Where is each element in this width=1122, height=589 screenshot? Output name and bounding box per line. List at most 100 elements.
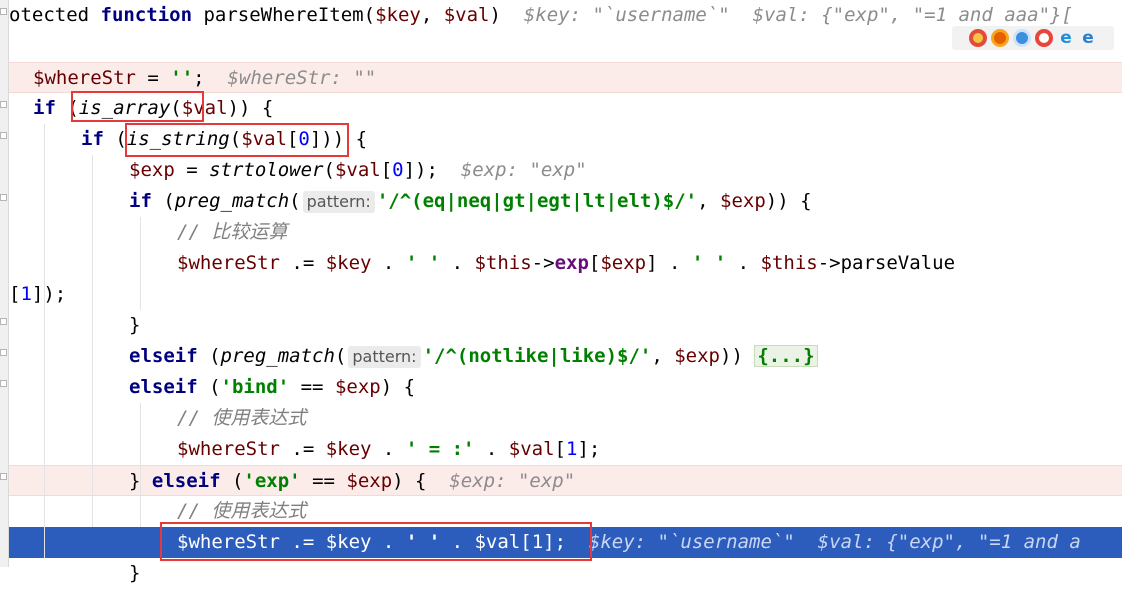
code-token: .= — [279, 531, 326, 553]
code-token: . — [371, 438, 406, 460]
debug-value-hint: $key: "`username`" $val: {"exp", "=1 and… — [523, 4, 1073, 26]
code-token: ( — [229, 128, 242, 150]
code-token: $key — [325, 438, 372, 460]
code-token: . — [440, 531, 475, 553]
indent-guide — [44, 124, 45, 558]
code-token: $whereStr — [177, 531, 280, 553]
code-token: 0 — [392, 159, 404, 181]
code-line[interactable]: elseif ('bind' == $exp) { — [9, 372, 1122, 403]
code-token: ] . — [646, 252, 692, 274]
chrome-icon[interactable] — [969, 29, 987, 47]
ie-icon[interactable]: e — [1057, 28, 1075, 48]
folded-code-block[interactable]: {...} — [754, 345, 818, 367]
code-token: ' ' — [405, 531, 441, 553]
code-token: $key — [325, 252, 372, 274]
code-comment: // 使用表达式 — [177, 407, 307, 429]
code-token: if — [81, 128, 116, 150]
code-token: $key — [325, 531, 372, 553]
code-line[interactable]: } — [9, 558, 1122, 589]
code-token: preg_match — [220, 345, 335, 367]
code-token: $key — [375, 4, 421, 26]
code-token: exp — [554, 252, 589, 274]
code-line[interactable]: if (is_array($val)) { — [9, 93, 1122, 124]
fold-marker[interactable] — [0, 380, 7, 387]
code-token: $whereStr — [33, 67, 136, 89]
code-line[interactable]: } — [9, 310, 1122, 341]
code-token: )) { — [765, 190, 812, 212]
code-token: elseif — [129, 376, 210, 398]
code-token: ' ' — [405, 252, 441, 274]
fold-marker[interactable] — [0, 101, 7, 108]
code-token: $exp — [346, 470, 393, 492]
code-line[interactable]: } elseif ('exp' == $exp) { $exp: "exp" — [9, 465, 1122, 496]
code-token: ]); — [31, 283, 67, 305]
code-line[interactable]: $whereStr .= $key . ' ' . $this->exp[$ex… — [9, 248, 1122, 279]
fold-marker[interactable] — [0, 194, 7, 201]
edge-icon[interactable]: e — [1079, 28, 1097, 48]
code-line[interactable]: // 比较运算 — [9, 217, 1122, 248]
code-token: 'exp' — [243, 470, 301, 492]
code-comment: // 比较运算 — [177, 221, 288, 243]
code-token: ( — [209, 376, 221, 398]
code-token: [ — [554, 438, 566, 460]
code-token: $this — [474, 252, 532, 274]
code-token: strtolower — [209, 159, 324, 181]
fold-marker[interactable] — [0, 473, 7, 480]
code-token: ( — [323, 159, 335, 181]
code-token: . — [371, 531, 406, 553]
debug-value-hint: $exp: "exp" — [449, 470, 576, 492]
code-token: .= — [279, 252, 326, 274]
code-token: 0 — [298, 128, 310, 150]
indent-guide — [140, 403, 141, 527]
code-token: '/^(notlike|like)$/' — [422, 345, 652, 367]
code-token: $this — [760, 252, 818, 274]
debug-value-hint: $whereStr: "" — [227, 67, 377, 89]
code-token: ( — [163, 190, 175, 212]
code-line[interactable]: if (is_string($val[0])) { — [9, 124, 1122, 155]
code-line[interactable]: $exp = strtolower($val[0]); $exp: "exp" — [9, 155, 1122, 186]
code-line[interactable]: $whereStr = ''; $whereStr: "" — [9, 62, 1122, 93]
code-token: } — [129, 314, 141, 336]
code-token: )) — [720, 345, 755, 367]
safari-icon[interactable] — [1013, 29, 1031, 47]
code-token: $val — [334, 159, 381, 181]
code-token: } — [129, 562, 141, 584]
code-line[interactable]: $whereStr .= $key . ' ' . $val[1]; $key:… — [9, 527, 1122, 558]
code-token: ) — [489, 4, 524, 26]
code-token: = — [135, 67, 171, 89]
code-token: ) { — [380, 376, 416, 398]
code-line[interactable]: // 使用表达式 — [9, 496, 1122, 527]
code-line[interactable]: elseif (preg_match(pattern: '/^(notlike|l… — [9, 341, 1122, 372]
browser-preview-bar: e e — [952, 26, 1114, 50]
fold-marker[interactable] — [0, 318, 7, 325]
code-token: ( — [209, 345, 221, 367]
code-token: , — [651, 345, 675, 367]
indent-guide — [92, 155, 93, 527]
code-token: -> — [531, 252, 555, 274]
code-token: . — [474, 438, 509, 460]
code-token: . — [440, 252, 475, 274]
opera-icon[interactable] — [1035, 29, 1053, 47]
code-line[interactable]: if (preg_match(pattern: '/^(eq|neq|gt|egt… — [9, 186, 1122, 217]
code-token: ])) { — [309, 128, 368, 150]
code-token: preg_match — [174, 190, 290, 212]
code-token: ]; — [577, 438, 601, 460]
code-token: 'bind' — [220, 376, 290, 398]
code-token: ->parseValue — [817, 252, 956, 274]
code-line[interactable]: $whereStr .= $key . ' = :' . $val[1]; — [9, 434, 1122, 465]
code-token: [ — [9, 283, 21, 305]
editor-gutter — [0, 0, 9, 567]
indent-guide — [140, 217, 141, 310]
code-token: , — [697, 190, 720, 212]
fold-marker[interactable] — [0, 8, 7, 15]
code-line[interactable]: // 使用表达式 — [9, 403, 1122, 434]
code-token: )) { — [227, 97, 274, 119]
fold-marker[interactable] — [0, 132, 7, 139]
firefox-icon[interactable] — [991, 29, 1009, 47]
code-token: ( — [231, 470, 244, 492]
code-line[interactable]: [1]); — [9, 279, 1122, 310]
code-token: ' ' — [691, 252, 727, 274]
fold-marker[interactable] — [0, 349, 7, 356]
code-token: [ — [588, 252, 601, 274]
code-token: elseif — [151, 470, 232, 492]
